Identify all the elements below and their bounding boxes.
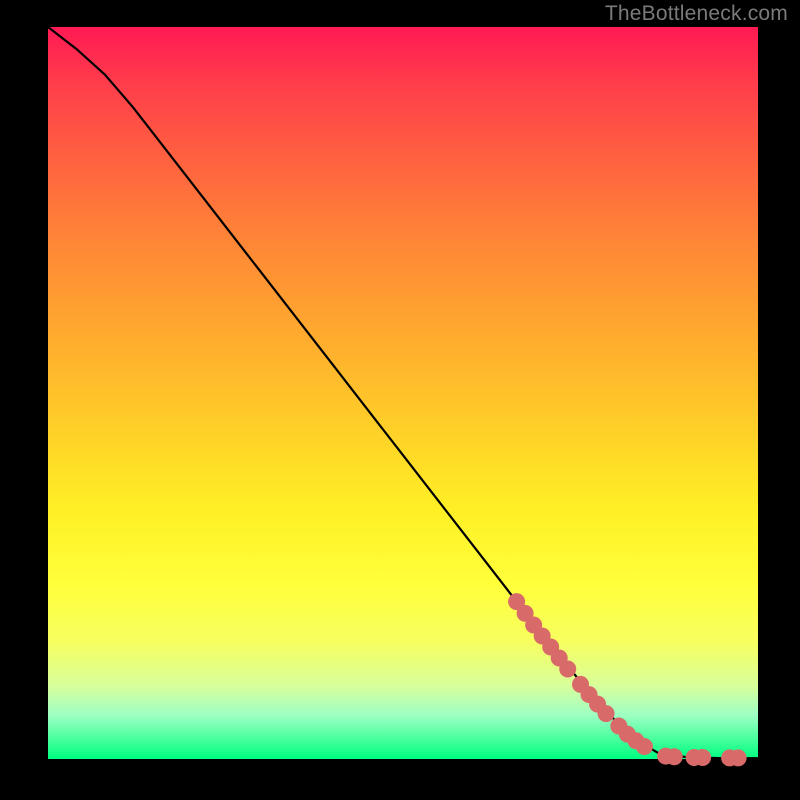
chart-marker bbox=[694, 749, 711, 766]
chart-marker bbox=[636, 738, 653, 755]
chart-markers bbox=[508, 593, 747, 766]
chart-plot-area bbox=[48, 27, 758, 759]
chart-marker bbox=[598, 705, 615, 722]
chart-frame: TheBottleneck.com bbox=[0, 0, 800, 800]
chart-marker bbox=[559, 660, 576, 677]
chart-marker bbox=[666, 748, 683, 765]
chart-svg bbox=[48, 27, 758, 759]
chart-curve bbox=[48, 27, 758, 758]
chart-marker bbox=[730, 749, 747, 766]
attribution-text: TheBottleneck.com bbox=[605, 2, 788, 26]
